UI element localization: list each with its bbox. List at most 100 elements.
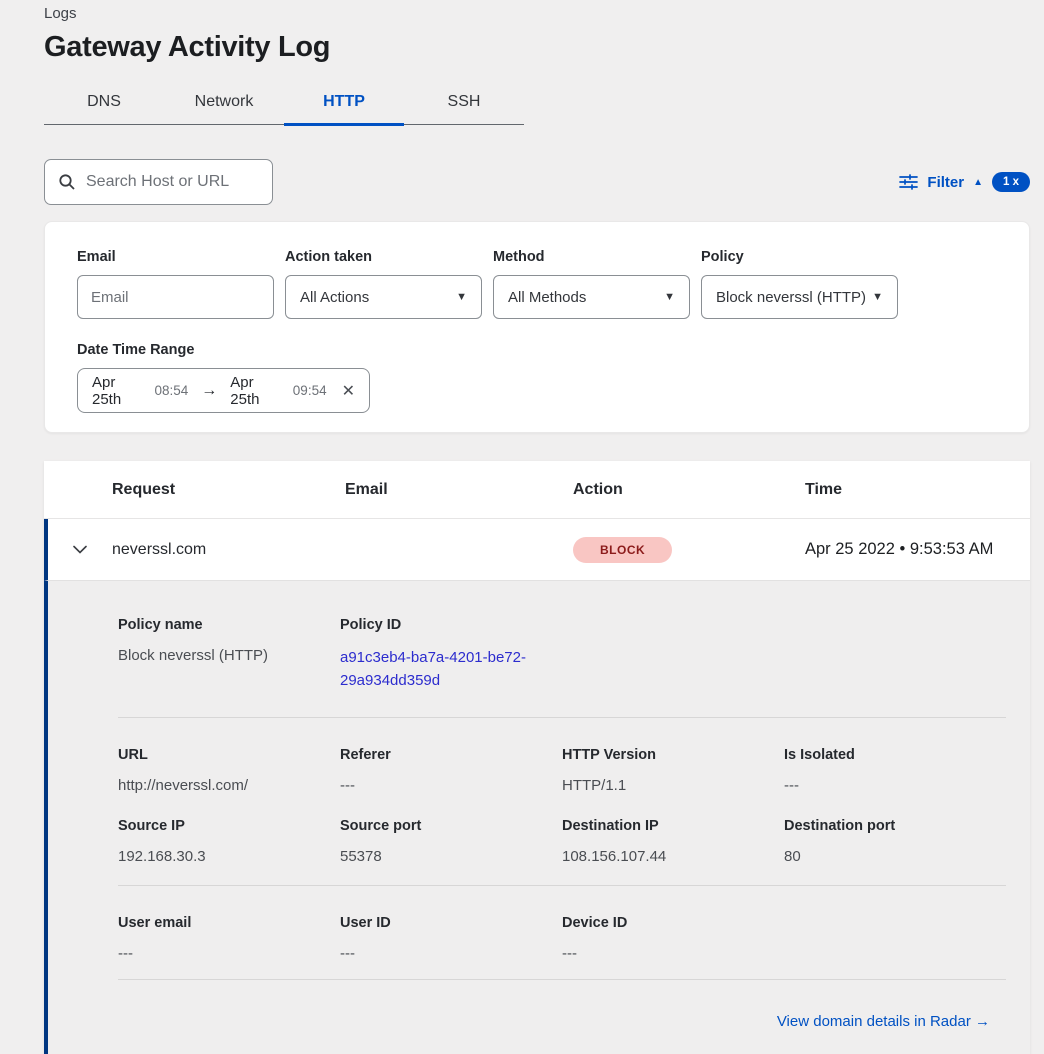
policy-field-group: Policy Block neverssl (HTTP) ▼ — [701, 249, 898, 319]
tab-bar: DNS Network HTTP SSH — [44, 84, 524, 125]
url-cell: URL http://neverssl.com/ — [118, 747, 340, 794]
row-expander[interactable] — [48, 545, 112, 554]
tab-ssh[interactable]: SSH — [404, 84, 524, 124]
destination-port-cell: Destination port 80 — [784, 818, 1006, 865]
filter-icon[interactable] — [899, 174, 918, 190]
page-title: Gateway Activity Log — [44, 31, 1030, 64]
user-id-cell: User ID --- — [340, 915, 562, 962]
row-request: neverssl.com — [112, 541, 345, 559]
close-icon[interactable]: ✕ — [342, 381, 355, 401]
action-taken-value: All Actions — [300, 289, 369, 306]
filter-fields-row: Email Action taken All Actions ▼ Method … — [77, 249, 997, 319]
expanded-row-details: Policy name Block neverssl (HTTP) Policy… — [44, 581, 1030, 1054]
toolbar: Filter ▲ 1 x — [44, 159, 1030, 205]
method-field-group: Method All Methods ▼ — [493, 249, 690, 319]
tab-dns[interactable]: DNS — [44, 84, 164, 124]
range-start-date[interactable]: Apr 25th — [92, 374, 145, 408]
policy-select[interactable]: Block neverssl (HTTP) ▼ — [701, 275, 898, 319]
action-taken-select[interactable]: All Actions ▼ — [285, 275, 482, 319]
network-section: Source IP 192.168.30.3 Source port 55378… — [118, 818, 1006, 865]
table-header-row: Request Email Action Time — [44, 461, 1030, 519]
user-id-label: User ID — [340, 915, 562, 931]
block-status-badge: BLOCK — [573, 537, 672, 563]
policy-name-cell: Policy name Block neverssl (HTTP) — [118, 617, 340, 692]
column-header-request: Request — [112, 481, 345, 499]
search-box[interactable] — [44, 159, 273, 205]
section-divider — [118, 717, 1006, 718]
policy-id-link[interactable]: a91c3eb4-ba7a-4201-be72-29a934dd359d — [340, 647, 536, 692]
method-value: All Methods — [508, 289, 586, 306]
column-header-action: Action — [573, 481, 805, 499]
user-email-cell: User email --- — [118, 915, 340, 962]
user-email-label: User email — [118, 915, 340, 931]
is-isolated-label: Is Isolated — [784, 747, 1006, 763]
radar-link-row: View domain details in Radar → — [118, 1013, 1006, 1031]
request-section: URL http://neverssl.com/ Referer --- HTT… — [118, 747, 1006, 794]
source-ip-label: Source IP — [118, 818, 340, 834]
range-end-time[interactable]: 09:54 — [293, 383, 327, 398]
view-radar-link[interactable]: View domain details in Radar → — [777, 1013, 990, 1030]
section-divider — [118, 979, 1006, 980]
destination-ip-value: 108.156.107.44 — [562, 848, 784, 865]
policy-id-label: Policy ID — [340, 617, 562, 633]
tab-http[interactable]: HTTP — [284, 84, 404, 124]
breadcrumb: Logs — [44, 0, 1030, 22]
source-port-label: Source port — [340, 818, 562, 834]
filter-controls: Filter ▲ 1 x — [899, 172, 1030, 192]
destination-ip-cell: Destination IP 108.156.107.44 — [562, 818, 784, 865]
source-port-cell: Source port 55378 — [340, 818, 562, 865]
http-version-label: HTTP Version — [562, 747, 784, 763]
referer-value: --- — [340, 777, 562, 794]
http-version-value: HTTP/1.1 — [562, 777, 784, 794]
date-range-picker[interactable]: Apr 25th 08:54 → Apr 25th 09:54 ✕ — [77, 368, 370, 413]
section-divider — [118, 885, 1006, 886]
is-isolated-cell: Is Isolated --- — [784, 747, 1006, 794]
policy-id-cell: Policy ID a91c3eb4-ba7a-4201-be72-29a934… — [340, 617, 562, 692]
action-taken-field-group: Action taken All Actions ▼ — [285, 249, 482, 319]
column-header-email: Email — [345, 481, 573, 499]
policy-section: Policy name Block neverssl (HTTP) Policy… — [118, 617, 1006, 692]
email-input[interactable] — [77, 275, 274, 319]
range-end-date[interactable]: Apr 25th — [230, 374, 283, 408]
referer-label: Referer — [340, 747, 562, 763]
method-label: Method — [493, 249, 690, 265]
page-content: Logs Gateway Activity Log DNS Network HT… — [44, 0, 1030, 1054]
user-email-value: --- — [118, 945, 340, 962]
source-port-value: 55378 — [340, 848, 562, 865]
source-ip-cell: Source IP 192.168.30.3 — [118, 818, 340, 865]
search-input[interactable] — [86, 173, 259, 191]
referer-cell: Referer --- — [340, 747, 562, 794]
row-action: BLOCK — [573, 537, 805, 563]
source-ip-value: 192.168.30.3 — [118, 848, 340, 865]
policy-name-label: Policy name — [118, 617, 340, 633]
destination-port-label: Destination port — [784, 818, 1006, 834]
range-start-time[interactable]: 08:54 — [155, 383, 189, 398]
method-select[interactable]: All Methods ▼ — [493, 275, 690, 319]
search-icon — [58, 173, 76, 191]
filter-count-badge[interactable]: 1 x — [992, 172, 1030, 192]
is-isolated-value: --- — [784, 777, 1006, 794]
caret-down-icon: ▼ — [664, 291, 675, 303]
action-taken-label: Action taken — [285, 249, 482, 265]
row-time: Apr 25 2022 • 9:53:53 AM — [805, 540, 1030, 559]
policy-value: Block neverssl (HTTP) — [716, 289, 866, 306]
destination-port-value: 80 — [784, 848, 1006, 865]
column-header-time: Time — [805, 481, 1030, 499]
device-id-value: --- — [562, 945, 784, 962]
caret-down-icon: ▼ — [456, 291, 467, 303]
device-id-label: Device ID — [562, 915, 784, 931]
email-label: Email — [77, 249, 274, 265]
date-time-range-label: Date Time Range — [77, 342, 997, 358]
arrow-right-icon: → — [198, 382, 220, 400]
chevron-down-icon — [73, 545, 87, 554]
http-version-cell: HTTP Version HTTP/1.1 — [562, 747, 784, 794]
table-row[interactable]: neverssl.com BLOCK Apr 25 2022 • 9:53:53… — [44, 519, 1030, 581]
filter-toggle[interactable]: Filter — [927, 174, 964, 191]
caret-down-icon: ▼ — [872, 291, 883, 303]
email-field-group: Email — [77, 249, 274, 319]
user-section: User email --- User ID --- Device ID --- — [118, 915, 1006, 962]
tab-network[interactable]: Network — [164, 84, 284, 124]
url-label: URL — [118, 747, 340, 763]
caret-up-icon[interactable]: ▲ — [973, 177, 983, 188]
destination-ip-label: Destination IP — [562, 818, 784, 834]
